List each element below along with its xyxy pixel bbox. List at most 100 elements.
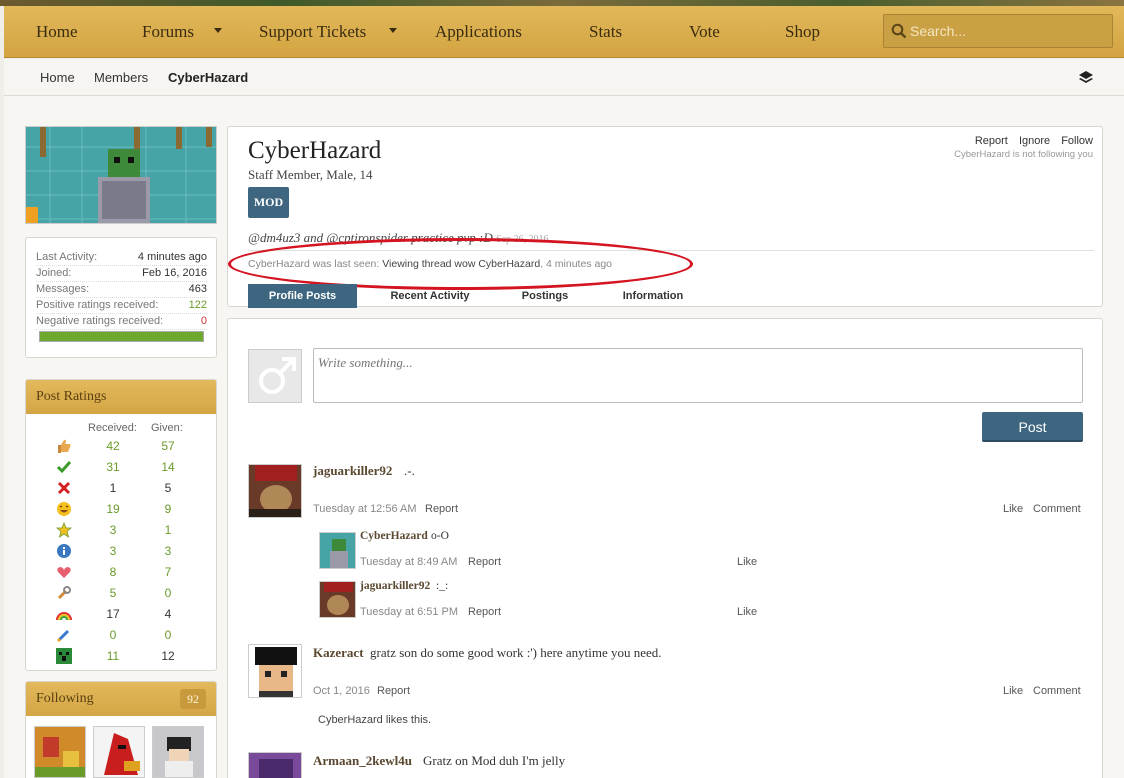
info-icon [56,543,72,559]
stat-value: 0 [200,315,207,327]
post-report-link[interactable]: Report [377,685,410,697]
reply-report-link[interactable]: Report [468,606,501,618]
my-avatar [248,349,302,403]
stat-label: Last Activity: [36,251,98,263]
reply-like-link[interactable]: Like [737,556,757,568]
ignore-link[interactable]: Ignore [1019,135,1050,147]
received-count[interactable]: 42 [104,439,122,453]
stat-last-activity: Last Activity: 4 minutes ago [36,250,207,266]
stat-value: 122 [188,299,207,311]
highlight-annotation [228,238,693,290]
nav-vote[interactable]: Vote [689,6,720,58]
given-count[interactable]: 0 [159,628,177,642]
report-link[interactable]: Report [975,135,1008,147]
tab-information[interactable]: Information [603,284,703,308]
reply-author[interactable]: jaguarkiller92 [360,580,430,592]
main-navbar: Home Forums Support Tickets Applications… [4,6,1124,58]
tab-recent-activity[interactable]: Recent Activity [375,284,485,308]
author-avatar[interactable] [248,644,302,698]
reply-avatar[interactable] [319,581,356,618]
rating-row: 11 12 [26,646,216,667]
post-author[interactable]: jaguarkiller92 [313,463,392,479]
nav-shop[interactable]: Shop [785,6,820,58]
layers-icon[interactable] [1078,69,1094,85]
stat-label: Negative ratings received: [36,315,164,327]
stat-label: Messages: [36,283,90,295]
post-report-link[interactable]: Report [425,503,458,515]
search-input[interactable] [910,15,1110,47]
reply-author[interactable]: CyberHazard [360,530,428,542]
received-count[interactable]: 17 [104,607,122,621]
forums-dropdown-icon[interactable] [214,28,222,33]
post-likes-summary[interactable]: CyberHazard likes this. [318,714,431,726]
given-count[interactable]: 3 [159,544,177,558]
stat-label: Joined: [36,267,72,279]
given-count[interactable]: 0 [159,586,177,600]
post-author[interactable]: Kazeract [313,645,364,661]
given-count[interactable]: 9 [159,502,177,516]
received-count[interactable]: 8 [104,565,122,579]
nav-stats[interactable]: Stats [589,6,622,58]
rating-row: 19 9 [26,499,216,520]
given-count[interactable]: 4 [159,607,177,621]
star-icon [55,521,73,538]
nav-support-tickets[interactable]: Support Tickets [259,6,366,58]
nav-applications[interactable]: Applications [435,6,522,58]
profile-subtitle: Staff Member, Male, 14 [248,167,373,182]
author-avatar[interactable] [248,752,302,778]
reply-time[interactable]: Tuesday at 8:49 AM [360,556,457,568]
received-count[interactable]: 1 [104,481,122,495]
post-comment-link[interactable]: Comment [1033,503,1081,515]
received-count[interactable]: 31 [104,460,122,474]
post-comment-link[interactable]: Comment [1033,685,1081,697]
given-count[interactable]: 57 [159,439,177,453]
stat-positive-ratings: Positive ratings received: 122 [36,298,207,314]
rating-ratio-fill [40,332,203,341]
post-time[interactable]: Tuesday at 12:56 AM [313,503,417,515]
post-input[interactable] [314,349,1082,402]
received-count[interactable]: 3 [104,544,122,558]
following-count-badge[interactable]: 92 [180,689,206,709]
author-avatar[interactable] [248,464,302,518]
stat-messages: Messages: 463 [36,282,207,298]
given-count[interactable]: 1 [159,523,177,537]
nav-forums[interactable]: Forums [142,6,194,58]
following-avatar[interactable] [93,726,145,778]
post-like-link[interactable]: Like [1003,503,1023,515]
breadcrumb-members[interactable]: Members [94,59,148,96]
given-count[interactable]: 7 [159,565,177,579]
laughing-face-icon [56,501,72,517]
support-dropdown-icon[interactable] [389,28,397,33]
reply-report-link[interactable]: Report [468,556,501,568]
breadcrumb-current[interactable]: CyberHazard [168,59,248,96]
received-count[interactable]: 11 [104,649,122,663]
reply-like-link[interactable]: Like [737,606,757,618]
following-avatar[interactable] [152,726,204,778]
given-count[interactable]: 14 [159,460,177,474]
given-count[interactable]: 5 [159,481,177,495]
heart-icon [56,564,72,580]
search-icon[interactable] [891,23,907,39]
post-author[interactable]: Armaan_2kewl4u [313,753,412,769]
profile-actions: Report Ignore Follow [967,135,1093,147]
tab-postings[interactable]: Postings [505,284,585,308]
reply-avatar[interactable] [319,532,356,569]
post-button[interactable]: Post [982,412,1083,442]
stat-value[interactable]: 463 [189,283,207,295]
tab-profile-posts[interactable]: Profile Posts [248,284,357,308]
received-count[interactable]: 3 [104,523,122,537]
received-count[interactable]: 0 [104,628,122,642]
post-like-link[interactable]: Like [1003,685,1023,697]
reply-time[interactable]: Tuesday at 6:51 PM [360,606,458,618]
follow-link[interactable]: Follow [1061,135,1093,147]
profile-avatar[interactable] [25,126,217,224]
breadcrumb-home[interactable]: Home [40,59,75,96]
given-count[interactable]: 12 [159,649,177,663]
received-count[interactable]: 19 [104,502,122,516]
post-time[interactable]: Oct 1, 2016 [313,685,370,697]
rating-row: 31 [26,520,216,541]
following-avatar[interactable] [34,726,86,778]
received-count[interactable]: 5 [104,586,122,600]
rainbow-icon [56,606,72,622]
nav-home[interactable]: Home [36,6,78,58]
